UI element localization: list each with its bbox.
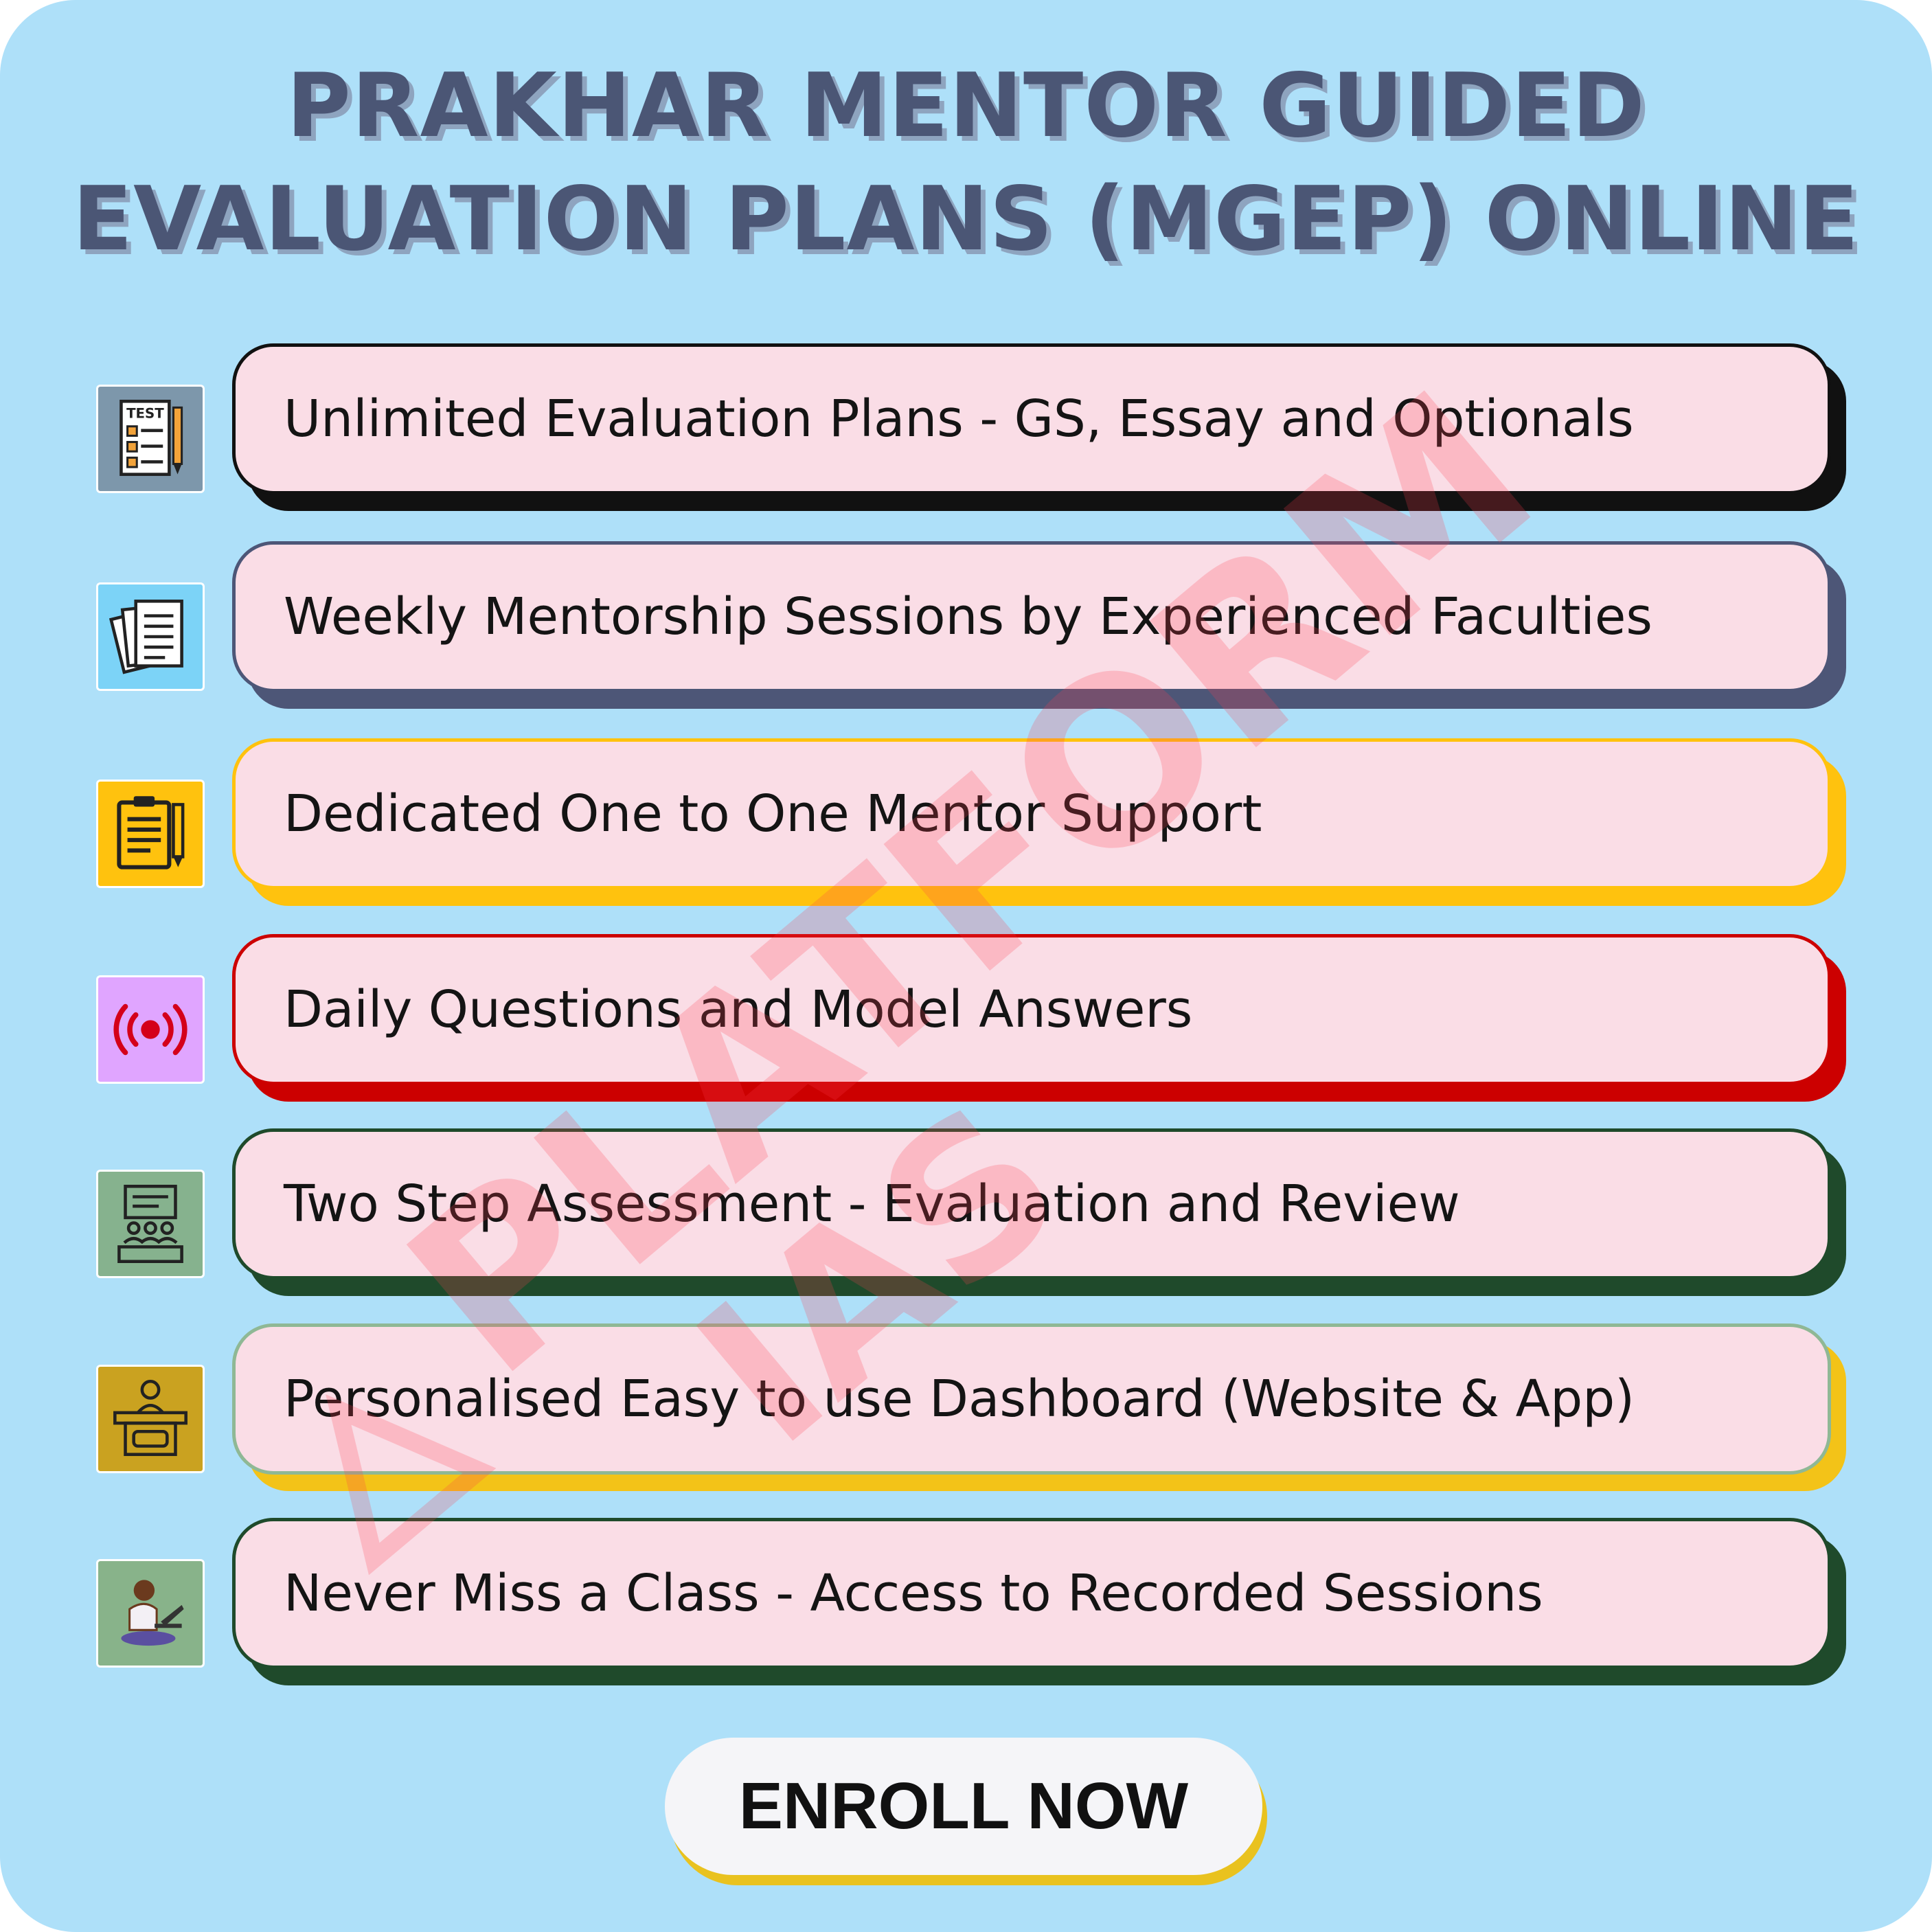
feature-pill: Personalised Easy to use Dashboard (Webs…: [232, 1323, 1831, 1475]
feature-row: Never Miss a Class - Access to Recorded …: [0, 1518, 1932, 1685]
feature-pill: Unlimited Evaluation Plans - GS, Essay a…: [232, 343, 1831, 495]
feature-pill: Weekly Mentorship Sessions by Experience…: [232, 541, 1831, 692]
feature-pill: Never Miss a Class - Access to Recorded …: [232, 1518, 1831, 1669]
feature-text: Dedicated One to One Mentor Support: [284, 784, 1262, 843]
promo-card: PRAKHAR MENTOR GUIDED EVALUATION PLANS (…: [0, 0, 1932, 1932]
classroom-icon: [96, 1170, 205, 1278]
presenter-podium-icon: [96, 1365, 205, 1473]
feature-pill: Daily Questions and Model Answers: [232, 934, 1831, 1085]
feature-text: Unlimited Evaluation Plans - GS, Essay a…: [284, 389, 1634, 448]
feature-text: Weekly Mentorship Sessions by Experience…: [284, 587, 1652, 646]
student-laptop-icon: [96, 1559, 205, 1668]
feature-row: Dedicated One to One Mentor Support: [0, 738, 1932, 906]
live-broadcast-icon: [96, 975, 205, 1084]
feature-row: Weekly Mentorship Sessions by Experience…: [0, 541, 1932, 709]
svg-text:TEST: TEST: [126, 406, 164, 422]
enroll-now-button[interactable]: ENROLL NOW: [665, 1738, 1262, 1875]
page-title-line-2: EVALUATION PLANS (MGEP) ONLINE: [72, 168, 1860, 271]
feature-text: Two Step Assessment - Evaluation and Rev…: [284, 1174, 1460, 1234]
feature-row: Personalised Easy to use Dashboard (Webs…: [0, 1323, 1932, 1491]
feature-row: TEST Unlimited Evaluation Plans - GS, Es…: [0, 343, 1932, 511]
feature-pill: Dedicated One to One Mentor Support: [232, 738, 1831, 889]
page-title-line-1: PRAKHAR MENTOR GUIDED: [286, 55, 1646, 157]
feature-row: Daily Questions and Model Answers: [0, 934, 1932, 1102]
feature-pill: Two Step Assessment - Evaluation and Rev…: [232, 1128, 1831, 1280]
feature-row: Two Step Assessment - Evaluation and Rev…: [0, 1128, 1932, 1296]
documents-icon: [96, 582, 205, 691]
feature-text: Never Miss a Class - Access to Recorded …: [284, 1564, 1543, 1623]
feature-text: Personalised Easy to use Dashboard (Webs…: [284, 1370, 1635, 1429]
feature-text: Daily Questions and Model Answers: [284, 980, 1193, 1039]
clipboard-pencil-icon: [96, 780, 205, 888]
test-paper-icon: TEST: [96, 385, 205, 493]
